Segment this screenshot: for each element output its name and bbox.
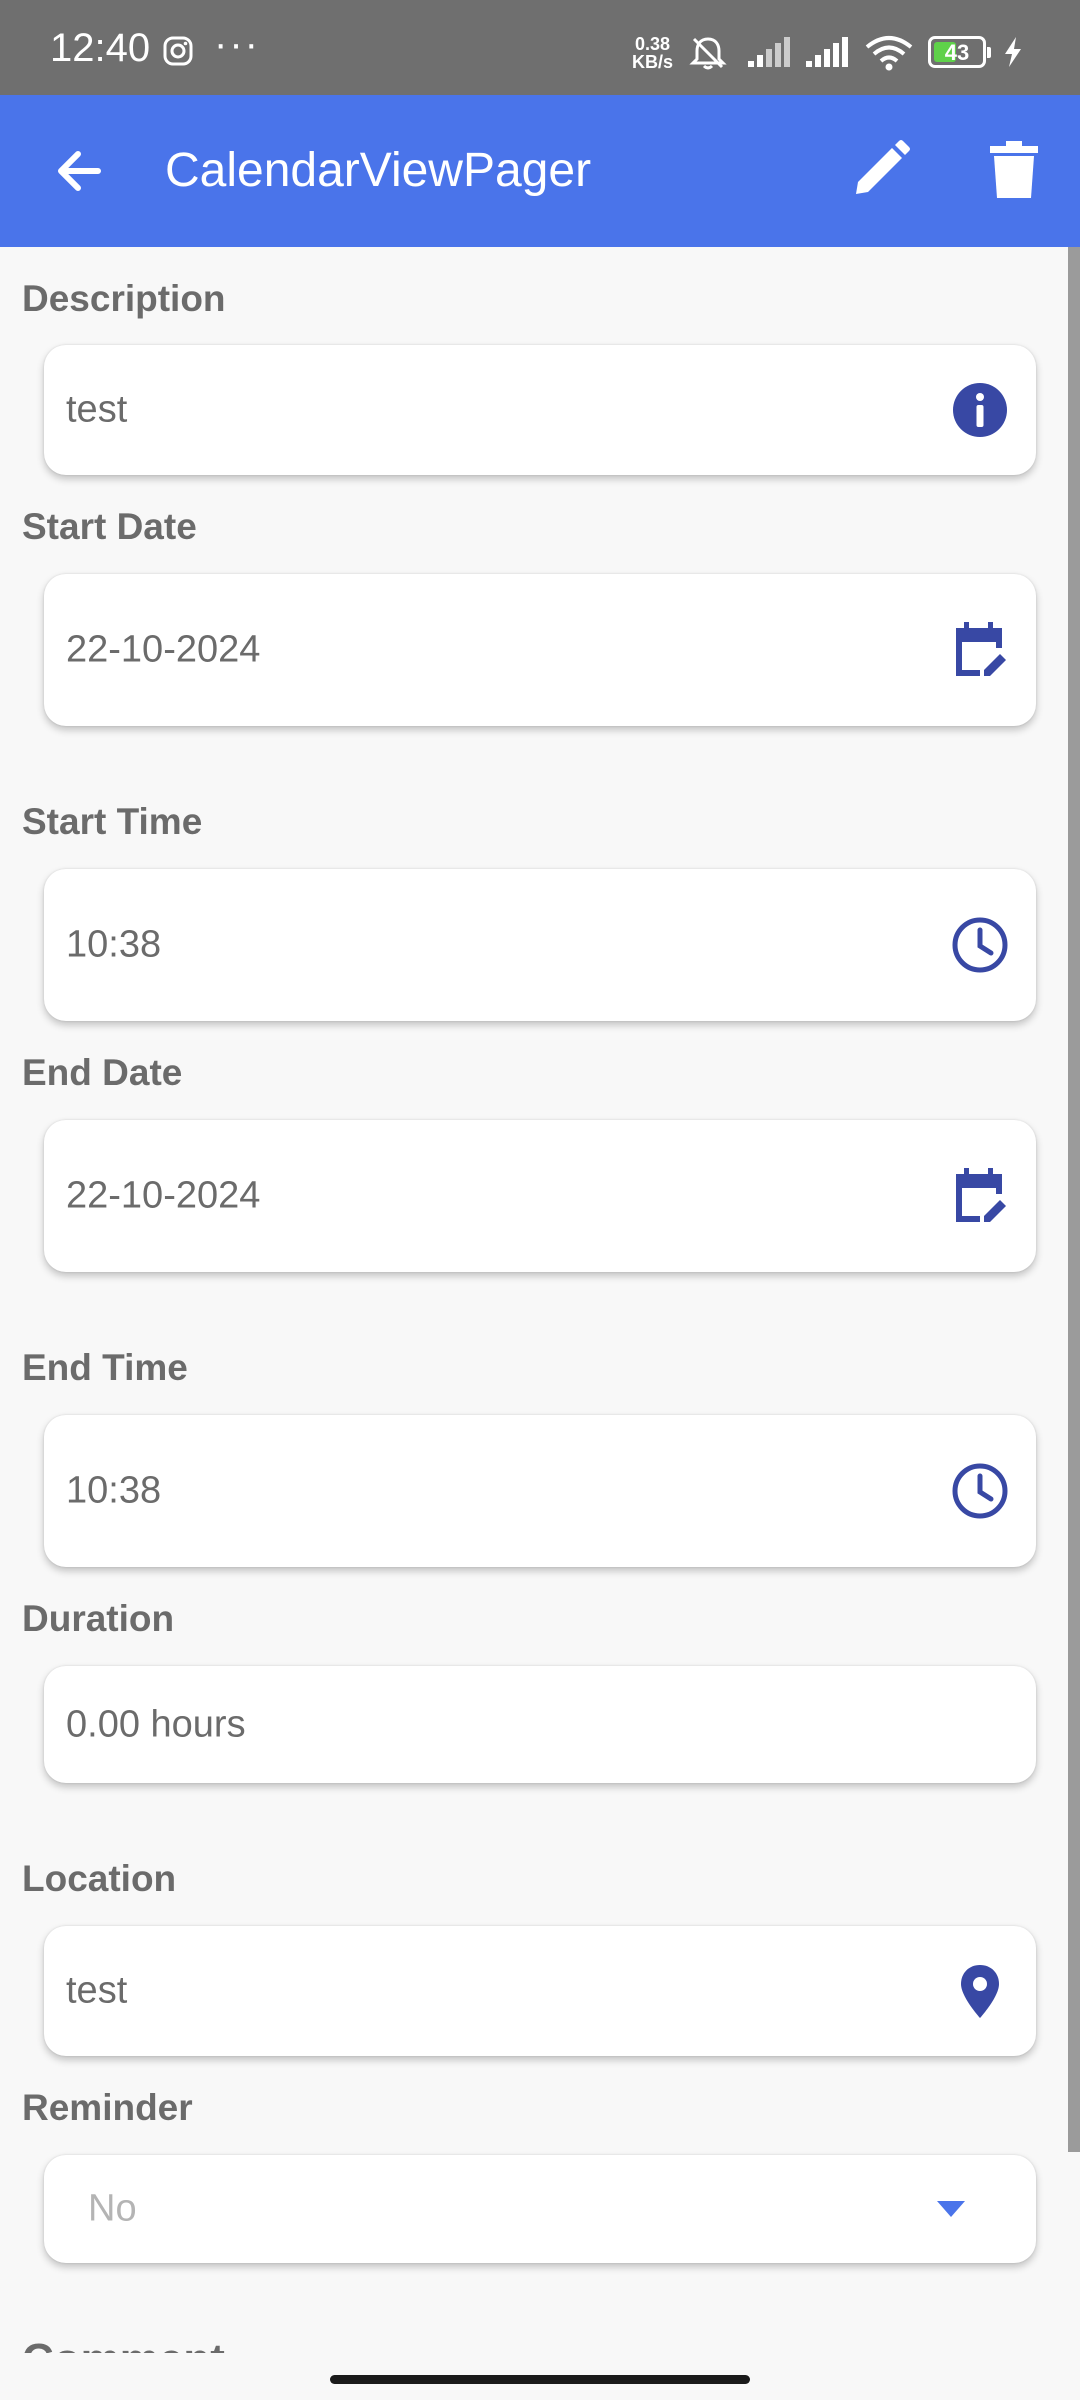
reminder-label: Reminder xyxy=(22,2087,193,2128)
location-label: Location xyxy=(22,1858,177,1899)
reminder-dropdown[interactable]: No xyxy=(44,2155,1036,2263)
comment-label-text: Comment xyxy=(22,2335,225,2355)
end-time-field[interactable]: 10:38 xyxy=(44,1415,1036,1567)
charging-icon xyxy=(1005,37,1021,67)
clock-icon[interactable] xyxy=(950,1461,1010,1521)
description-field[interactable]: test xyxy=(44,345,1036,475)
app-bar: CalendarViewPager xyxy=(0,95,1080,247)
duration-value: 0.00 hours xyxy=(66,1703,246,1745)
info-icon[interactable] xyxy=(950,380,1010,440)
end-time-label: End Time xyxy=(22,1347,188,1388)
navigation-bar xyxy=(0,2353,1080,2400)
start-time-field[interactable]: 10:38 xyxy=(44,869,1036,1021)
status-time: 12:40 xyxy=(50,26,151,70)
mute-icon xyxy=(689,37,727,70)
back-arrow-icon[interactable] xyxy=(50,141,110,201)
page-title: CalendarViewPager xyxy=(165,144,592,197)
calendar-edit-icon[interactable] xyxy=(950,1166,1010,1226)
start-date-field[interactable]: 22-10-2024 xyxy=(44,574,1036,726)
start-time-value: 10:38 xyxy=(66,923,162,966)
signal-icon xyxy=(748,37,790,67)
home-gesture-handle[interactable] xyxy=(330,2375,750,2384)
status-bar: 12:40 ··· 0.38 KB/s 43 xyxy=(0,0,1080,95)
end-date-value: 22-10-2024 xyxy=(66,1174,261,1217)
delete-icon[interactable] xyxy=(982,138,1046,202)
location-field[interactable]: test xyxy=(44,1926,1036,2056)
location-pin-icon[interactable] xyxy=(950,1961,1010,2021)
duration-field: 0.00 hours xyxy=(44,1666,1036,1783)
instagram-icon xyxy=(163,36,193,66)
network-speed-value: 0.38 xyxy=(634,34,671,54)
start-date-label: Start Date xyxy=(22,506,197,547)
duration-label: Duration xyxy=(22,1598,175,1639)
signal-icon xyxy=(806,37,848,67)
start-date-value: 22-10-2024 xyxy=(66,628,261,671)
start-time-label: Start Time xyxy=(22,801,203,842)
wifi-icon xyxy=(865,36,913,71)
edit-icon[interactable] xyxy=(848,138,912,202)
network-speed: 0.38 KB/s xyxy=(632,35,673,71)
reminder-value: No xyxy=(88,2187,137,2230)
end-date-label: End Date xyxy=(22,1052,183,1093)
calendar-edit-icon[interactable] xyxy=(950,620,1010,680)
battery-icon: 43 xyxy=(928,36,991,68)
location-value: test xyxy=(66,1969,128,2012)
network-speed-unit: KB/s xyxy=(632,52,674,72)
more-notifications-icon: ··· xyxy=(214,22,260,66)
scrollbar[interactable] xyxy=(1068,247,1080,2152)
description-label: Description xyxy=(22,278,226,319)
clock-icon[interactable] xyxy=(950,915,1010,975)
battery-level: 43 xyxy=(944,40,970,65)
dropdown-caret-icon xyxy=(937,2201,965,2217)
comment-label: Comment xyxy=(22,2335,225,2355)
end-date-field[interactable]: 22-10-2024 xyxy=(44,1120,1036,1272)
description-value: test xyxy=(66,388,128,431)
end-time-value: 10:38 xyxy=(66,1469,162,1512)
